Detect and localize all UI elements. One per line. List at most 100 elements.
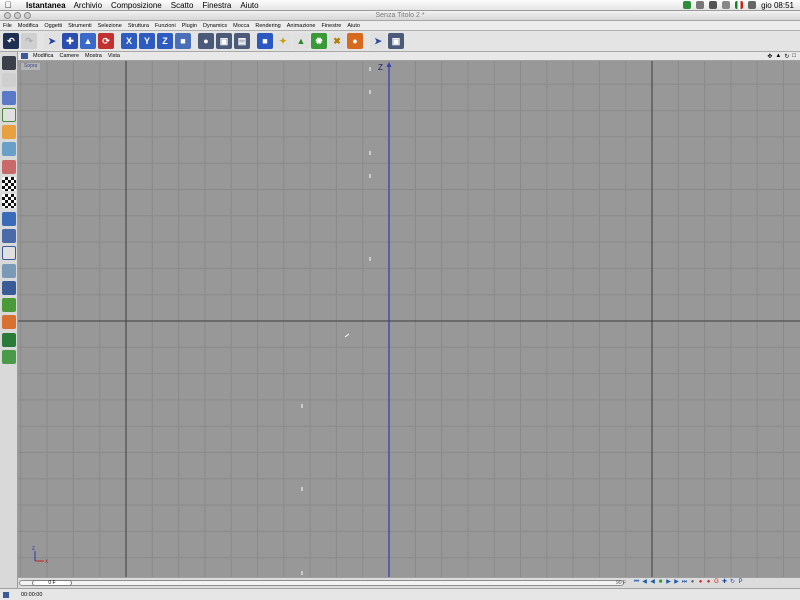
- go-start-icon[interactable]: ⏮: [633, 579, 640, 586]
- mac-menubar:  Istantanea Archivio Composizione Scatt…: [0, 0, 800, 11]
- scene-icon[interactable]: ●: [347, 33, 363, 49]
- go-end-icon[interactable]: ⏭: [681, 579, 688, 586]
- rotation-key-icon[interactable]: ↻: [729, 579, 736, 586]
- menu-scatto[interactable]: Scatto: [171, 1, 194, 10]
- menubar-clock[interactable]: gio 08:51: [761, 1, 794, 10]
- menu-strumenti[interactable]: Strumenti: [68, 23, 92, 29]
- render-manager-icon[interactable]: ▤: [234, 33, 250, 49]
- next-key-icon[interactable]: ▶: [673, 579, 680, 586]
- app-root:  Istantanea Archivio Composizione Scatt…: [0, 0, 800, 600]
- bone-icon[interactable]: [2, 211, 16, 226]
- volume-icon[interactable]: [748, 1, 757, 9]
- menu-finestre[interactable]: Finestre: [322, 23, 342, 29]
- light-icon[interactable]: ▣: [388, 33, 404, 49]
- move-tool-icon[interactable]: ✚: [62, 33, 78, 49]
- menu-aiuto-app[interactable]: Aiuto: [347, 23, 360, 29]
- keyframe-icon[interactable]: ●: [705, 579, 712, 586]
- viewport-menu-camere[interactable]: Camere: [59, 53, 79, 59]
- play-icon[interactable]: ▶: [665, 579, 672, 586]
- menu-dynamics[interactable]: Dynamics: [203, 23, 227, 29]
- view-name-label: Sopra: [21, 63, 41, 70]
- viewport-menu-mostra[interactable]: Mostra: [85, 53, 102, 59]
- z-axis-lock-icon[interactable]: Z: [157, 33, 173, 49]
- gizmo-z-label: z: [32, 546, 35, 552]
- prev-key-icon[interactable]: ◀: [641, 579, 648, 586]
- viewport-options-icon[interactable]: [21, 53, 28, 59]
- sync-icon[interactable]: [696, 1, 705, 9]
- zoom-view-icon[interactable]: ▲: [775, 53, 781, 60]
- viewport-canvas[interactable]: Zz x: [18, 61, 800, 577]
- apple-menu-icon[interactable]: : [0, 0, 16, 10]
- input-language-flag-icon[interactable]: [735, 1, 744, 9]
- rotate-tool-icon[interactable]: ⟳: [98, 33, 114, 49]
- menu-selezione[interactable]: Selezione: [98, 23, 122, 29]
- record-icon[interactable]: ●: [697, 579, 704, 586]
- current-frame-field[interactable]: 0 F: [32, 580, 72, 586]
- menu-animazione[interactable]: Animazione: [287, 23, 316, 29]
- pan-view-icon[interactable]: ✥: [767, 53, 772, 60]
- y-axis-lock-icon[interactable]: Y: [139, 33, 155, 49]
- menu-finestra[interactable]: Finestra: [202, 1, 231, 10]
- edges-icon[interactable]: [2, 142, 16, 157]
- scale-tool-icon[interactable]: ▲: [80, 33, 96, 49]
- redo-icon[interactable]: ↷: [21, 33, 37, 49]
- paint-icon[interactable]: [2, 332, 16, 347]
- timeline-bar: 0 F 90 F ⏮ ◀ ◀ ■ ▶ ▶ ⏭ ● ● ● G ✚ ↻ P: [18, 577, 800, 588]
- layout-icon[interactable]: [2, 56, 16, 70]
- x-axis-lock-icon[interactable]: X: [121, 33, 137, 49]
- object-icon[interactable]: [2, 73, 16, 88]
- viewport-menu-vista[interactable]: Vista: [108, 53, 120, 59]
- rotate-view-icon[interactable]: ↻: [784, 53, 789, 60]
- axis-icon[interactable]: [2, 107, 16, 122]
- menu-archivio[interactable]: Archivio: [74, 1, 102, 10]
- menu-aiuto[interactable]: Aiuto: [240, 1, 258, 10]
- top-viewport[interactable]: Zz x Sopra: [18, 61, 800, 577]
- model-icon[interactable]: [2, 90, 16, 105]
- menu-file[interactable]: File: [3, 23, 12, 29]
- menu-funzioni[interactable]: Funzioni: [155, 23, 176, 29]
- polygons-icon[interactable]: [2, 159, 16, 174]
- status-app-icon[interactable]: [683, 1, 692, 9]
- viewport-menu-modifica[interactable]: Modifica: [33, 53, 53, 59]
- animation-icon[interactable]: [2, 228, 16, 243]
- render-view-icon[interactable]: ●: [198, 33, 214, 49]
- menu-rendering[interactable]: Rendering: [255, 23, 280, 29]
- menu-composizione[interactable]: Composizione: [111, 1, 162, 10]
- move-pointer-icon[interactable]: ➤: [44, 33, 60, 49]
- stop-icon[interactable]: ■: [657, 579, 664, 586]
- spline-icon[interactable]: ✦: [275, 33, 291, 49]
- autokey-icon[interactable]: ●: [689, 579, 696, 586]
- camera-icon[interactable]: ➤: [370, 33, 386, 49]
- texture-icon[interactable]: [2, 177, 16, 192]
- timeline-slider[interactable]: 0 F: [19, 580, 624, 586]
- menu-plugin[interactable]: Plugin: [182, 23, 197, 29]
- points-icon[interactable]: [2, 125, 16, 140]
- bevel-icon[interactable]: [2, 315, 16, 330]
- coordinate-system-icon[interactable]: ■: [175, 33, 191, 49]
- magnet-icon[interactable]: [2, 298, 16, 313]
- deformer-icon[interactable]: ✹: [311, 33, 327, 49]
- parameter-key-icon[interactable]: P: [737, 579, 744, 586]
- display-icon[interactable]: [709, 1, 718, 9]
- undo-icon[interactable]: ↶: [3, 33, 19, 49]
- window-titlebar[interactable]: Senza Titolo 2 *: [0, 11, 800, 21]
- render-region-icon[interactable]: ▣: [216, 33, 232, 49]
- scale-key-icon[interactable]: ✚: [721, 579, 728, 586]
- cube-primitive-icon[interactable]: ■: [257, 33, 273, 49]
- position-key-icon[interactable]: G: [713, 579, 720, 586]
- eject-icon[interactable]: [722, 1, 731, 9]
- menu-modifica[interactable]: Modifica: [18, 23, 38, 29]
- nurbs-icon[interactable]: ▲: [293, 33, 309, 49]
- tweak-icon[interactable]: [2, 246, 16, 261]
- maximize-view-icon[interactable]: □: [792, 53, 796, 60]
- menu-mocca[interactable]: Mocca: [233, 23, 249, 29]
- menu-oggetti[interactable]: Oggetti: [44, 23, 62, 29]
- play-back-icon[interactable]: ◀: [649, 579, 656, 586]
- workplane-icon[interactable]: [2, 280, 16, 295]
- check-icon[interactable]: [2, 350, 16, 365]
- menu-struttura[interactable]: Struttura: [128, 23, 149, 29]
- snap-icon[interactable]: [2, 263, 16, 278]
- app-menu-title[interactable]: Istantanea: [26, 1, 66, 10]
- array-icon[interactable]: ✖: [329, 33, 345, 49]
- texture-axis-icon[interactable]: [2, 194, 16, 209]
